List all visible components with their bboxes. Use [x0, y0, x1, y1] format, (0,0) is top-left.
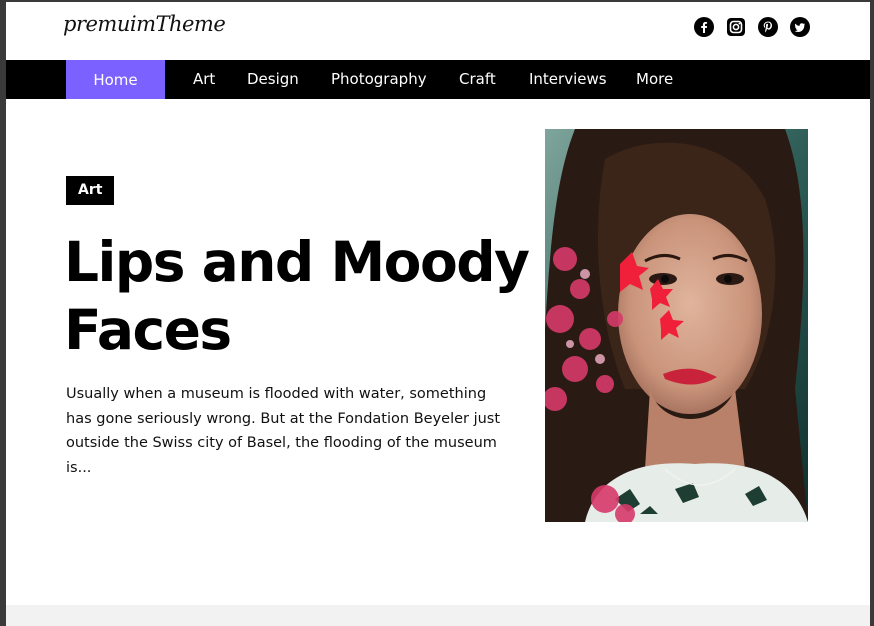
nav-item-design[interactable]: Design — [247, 60, 299, 99]
instagram-icon[interactable] — [726, 17, 746, 37]
pinterest-icon[interactable] — [758, 17, 778, 37]
social-links — [694, 17, 810, 37]
section-divider — [6, 605, 870, 626]
site-logo[interactable]: premuimTheme — [63, 12, 226, 36]
twitter-icon[interactable] — [790, 17, 810, 37]
article-image[interactable] — [545, 129, 808, 522]
facebook-icon[interactable] — [694, 17, 714, 37]
main-nav: Home Art Design Photography Craft Interv… — [6, 60, 870, 99]
category-badge[interactable]: Art — [66, 176, 115, 205]
page: premuimTheme Home Art Design Photography… — [6, 2, 870, 626]
nav-item-craft[interactable]: Craft — [459, 60, 496, 99]
site-header: premuimTheme — [6, 2, 870, 60]
portrait-photo — [545, 129, 808, 522]
nav-item-art[interactable]: Art — [193, 60, 215, 99]
nav-item-photography[interactable]: Photography — [331, 60, 427, 99]
article-excerpt: Usually when a museum is flooded with wa… — [66, 386, 501, 476]
article-title[interactable]: Lips and Moody Faces — [64, 228, 544, 364]
nav-item-interviews[interactable]: Interviews — [529, 60, 607, 99]
nav-item-home[interactable]: Home — [66, 60, 165, 99]
nav-item-more[interactable]: More — [636, 60, 673, 99]
